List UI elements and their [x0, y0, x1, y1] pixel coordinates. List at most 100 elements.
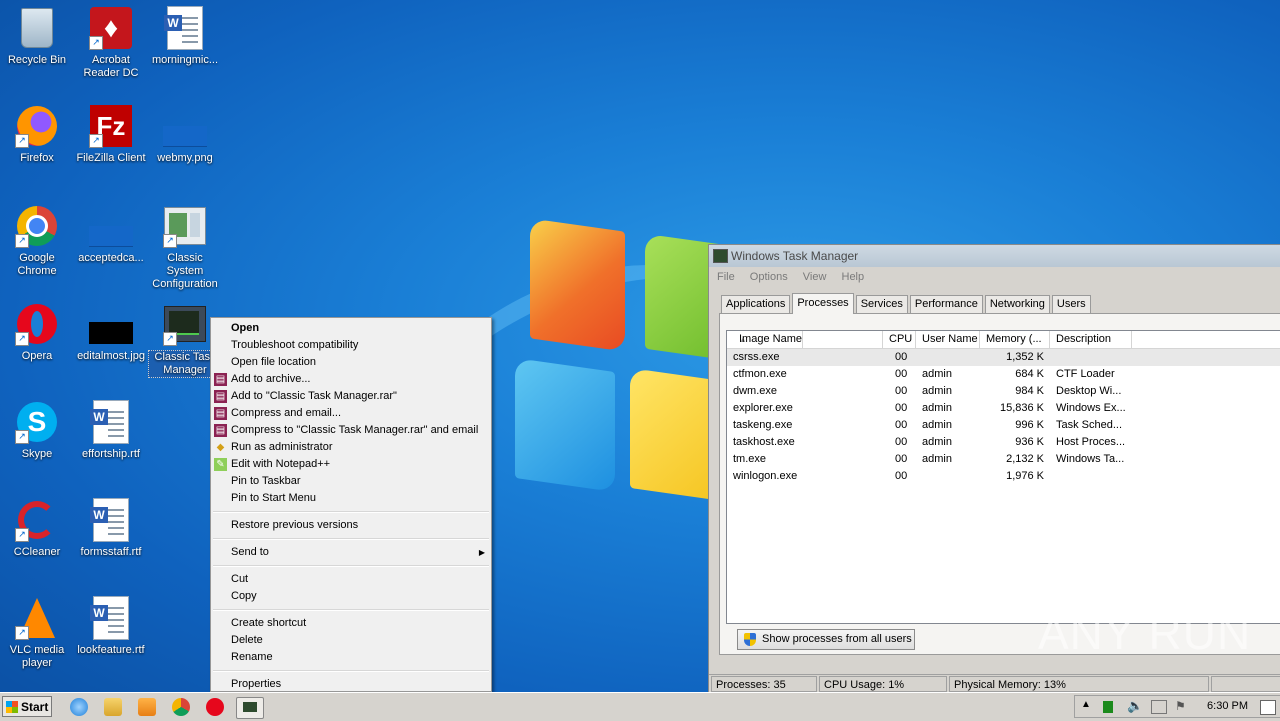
desktop-icon-acrobat[interactable]: ♦ ↗ Acrobat Reader DC: [74, 6, 148, 80]
menu-item-send-to[interactable]: Send to ▶: [211, 544, 491, 561]
file-explorer-icon[interactable]: [104, 698, 122, 716]
task-manager-taskbar-button[interactable]: [236, 697, 264, 719]
window-titlebar[interactable]: Windows Task Manager: [709, 245, 1280, 267]
process-description: Task Sched...: [1056, 419, 1123, 431]
windows-logo-icon: [510, 215, 735, 515]
table-row[interactable]: ctfmon.exe 00 admin 684 K CTF Loader: [727, 366, 1280, 383]
menu-file[interactable]: File: [717, 271, 735, 283]
desktop-icon-filezilla[interactable]: Fz ↗ FileZilla Client: [74, 104, 148, 165]
media-player-icon[interactable]: [138, 698, 156, 716]
opera-icon: ↗: [15, 302, 59, 346]
menu-item-restore-versions[interactable]: Restore previous versions: [211, 517, 491, 534]
menu-item-compress-email[interactable]: ▤ Compress and email...: [211, 405, 491, 422]
menu-item-add-to-archive[interactable]: ▤ Add to archive...: [211, 371, 491, 388]
desktop-icon-chrome[interactable]: ↗ Google Chrome: [0, 204, 74, 278]
clock[interactable]: 6:30 PM: [1207, 700, 1248, 712]
menu-item-cut[interactable]: Cut: [211, 571, 491, 588]
menu-item-label: Compress to "Classic Task Manager.rar" a…: [231, 424, 479, 436]
menu-item-compress-rar-email[interactable]: ▤ Compress to "Classic Task Manager.rar" …: [211, 422, 491, 439]
desktop-icon-ccleaner[interactable]: ↗ CCleaner: [0, 498, 74, 559]
menu-item-edit-notepadpp[interactable]: ✎ Edit with Notepad++: [211, 456, 491, 473]
desktop-icon-opera[interactable]: ↗ Opera: [0, 302, 74, 363]
desktop-icon-formsstaff[interactable]: W formsstaff.rtf: [74, 498, 148, 559]
menu-item-add-to-rar[interactable]: ▤ Add to "Classic Task Manager.rar": [211, 388, 491, 405]
tab-networking[interactable]: Networking: [984, 295, 1050, 313]
process-memory: 1,352 K: [1006, 351, 1044, 363]
table-row[interactable]: taskeng.exe 00 admin 996 K Task Sched...: [727, 417, 1280, 434]
table-row[interactable]: winlogon.exe 00 1,976 K: [727, 468, 1280, 485]
menu-options[interactable]: Options: [750, 271, 788, 283]
show-desktop-button[interactable]: [1260, 700, 1276, 715]
table-row[interactable]: taskhost.exe 00 admin 936 K Host Proces...: [727, 434, 1280, 451]
column-header-cpu[interactable]: CPU: [883, 331, 916, 348]
process-cpu: 00: [895, 402, 908, 414]
desktop-icon-skype[interactable]: S ↗ Skype: [0, 400, 74, 461]
menu-item-pin-taskbar[interactable]: Pin to Taskbar: [211, 473, 491, 490]
status-processes: Processes: 35: [711, 676, 817, 692]
menu-item-properties[interactable]: Properties: [211, 676, 491, 693]
desktop-icon-label: morningmic...: [151, 54, 219, 66]
tab-services[interactable]: Services: [855, 295, 908, 313]
process-list-header: Image Name ▲ CPU User Name Memory (... D…: [727, 331, 1280, 349]
process-cpu: 00: [895, 351, 908, 363]
show-all-processes-button[interactable]: Show processes from all users: [737, 629, 915, 650]
table-row[interactable]: tm.exe 00 admin 2,132 K Windows Ta...: [727, 451, 1280, 468]
menu-item-label: Add to "Classic Task Manager.rar": [231, 390, 397, 402]
desktop-icon-firefox[interactable]: ↗ Firefox: [0, 104, 74, 165]
menu-item-label: Compress and email...: [231, 407, 342, 419]
menu-item-label: Restore previous versions: [231, 519, 359, 531]
menu-view[interactable]: View: [803, 271, 827, 283]
desktop-icon-vlc[interactable]: ↗ VLC media player: [0, 596, 74, 670]
network-icon[interactable]: [1151, 700, 1167, 714]
desktop-icon-label: Recycle Bin: [7, 54, 67, 66]
desktop-icon-webmy[interactable]: webmy.png: [148, 104, 222, 165]
column-header-image-name[interactable]: Image Name ▲: [727, 331, 883, 348]
start-button[interactable]: Start: [2, 696, 52, 717]
desktop-icon-label: Opera: [21, 350, 53, 362]
menu-item-open[interactable]: Open: [211, 320, 491, 337]
process-cpu: 00: [895, 419, 908, 431]
task-manager-icon: [713, 249, 728, 263]
desktop-icon-editalmost[interactable]: editalmost.jpg: [74, 302, 148, 363]
menu-item-rename[interactable]: Rename: [211, 649, 491, 666]
table-row[interactable]: dwm.exe 00 admin 984 K Desktop Wi...: [727, 383, 1280, 400]
table-row[interactable]: csrss.exe 00 1,352 K: [727, 349, 1280, 366]
desktop-icon-acceptedca[interactable]: acceptedca...: [74, 204, 148, 265]
process-cpu: 00: [895, 453, 908, 465]
process-name: csrss.exe: [733, 351, 780, 363]
uac-shield-icon: ◆: [216, 442, 225, 453]
opera-icon[interactable]: [206, 698, 224, 716]
process-user: admin: [922, 385, 952, 397]
tab-users[interactable]: Users: [1051, 295, 1091, 313]
menu-item-pin-start[interactable]: Pin to Start Menu: [211, 490, 491, 507]
column-header-description[interactable]: Description: [1050, 331, 1132, 348]
menu-item-run-as-admin[interactable]: ◆ Run as administrator: [211, 439, 491, 456]
desktop-icon-classic-system-config[interactable]: ↗ Classic System Configuration: [148, 204, 222, 291]
desktop-icon-morningmic[interactable]: W morningmic...: [148, 6, 222, 67]
internet-explorer-icon[interactable]: [70, 698, 88, 716]
tab-applications[interactable]: Applications: [721, 295, 791, 313]
menu-item-label: Rename: [231, 651, 273, 663]
chrome-icon[interactable]: [172, 698, 190, 716]
desktop-icon-lookfeature[interactable]: W lookfeature.rtf: [74, 596, 148, 657]
tray-expand-icon[interactable]: ▲: [1081, 699, 1091, 710]
tray-green-icon[interactable]: [1103, 701, 1113, 713]
column-header-user-name[interactable]: User Name: [916, 331, 980, 348]
tab-performance[interactable]: Performance: [909, 295, 983, 313]
tab-processes[interactable]: Processes: [792, 293, 854, 314]
desktop-icon-effortship[interactable]: W effortship.rtf: [74, 400, 148, 461]
process-rows: csrss.exe 00 1,352 K ctfmon.exe 00 admin 684 K…: [727, 349, 1280, 485]
menu-help[interactable]: Help: [842, 271, 865, 283]
volume-icon[interactable]: 🔈: [1127, 698, 1143, 714]
menu-item-troubleshoot[interactable]: Troubleshoot compatibility: [211, 337, 491, 354]
action-center-flag-icon[interactable]: ⚑: [1175, 699, 1186, 713]
menu-item-open-file-location[interactable]: Open file location: [211, 354, 491, 371]
desktop-icon-recycle-bin[interactable]: Recycle Bin: [0, 6, 74, 67]
menu-item-create-shortcut[interactable]: Create shortcut: [211, 615, 491, 632]
windows-flag-icon: [6, 701, 18, 713]
menu-item-delete[interactable]: Delete: [211, 632, 491, 649]
table-row[interactable]: explorer.exe 00 admin 15,836 K Windows Ex...: [727, 400, 1280, 417]
menu-item-copy[interactable]: Copy: [211, 588, 491, 605]
column-header-memory[interactable]: Memory (...: [980, 331, 1050, 348]
process-list[interactable]: Image Name ▲ CPU User Name Memory (... D…: [726, 330, 1280, 624]
